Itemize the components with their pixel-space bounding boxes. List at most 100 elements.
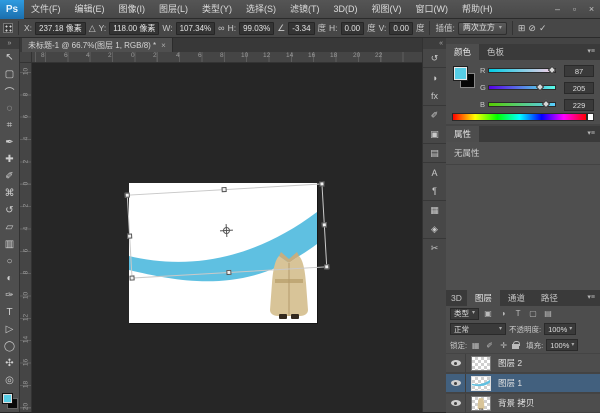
maximize-button[interactable]: ▫ [566,0,583,19]
close-button[interactable]: × [583,0,600,19]
pen-tool[interactable]: ✑ [0,287,19,304]
visibility-toggle[interactable] [446,394,466,413]
tab-layers[interactable]: 图层 [467,290,500,306]
transform-reference-point-icon[interactable] [223,227,230,234]
x-field[interactable]: 237.18 像素 [35,22,86,35]
history-panel-icon[interactable]: ↺ [423,49,446,68]
layer-row-background-copy[interactable]: 背景 拷贝 [446,394,600,413]
info-panel-icon[interactable]: ▦ [423,201,446,220]
layer-name[interactable]: 背景 拷贝 [498,397,534,409]
lock-transparency-icon[interactable]: ▦ [470,341,481,350]
height-field[interactable]: 99.03% [239,22,274,35]
commit-transform-icon[interactable]: ✓ [539,22,547,35]
rotate-field[interactable]: -3.34 [288,22,314,35]
menu-help[interactable]: 帮助(H) [455,0,500,19]
zoom-tool[interactable]: ◎ [0,372,19,389]
transform-handle-mid-left[interactable] [127,233,132,238]
cancel-transform-icon[interactable]: ⊘ [528,22,536,35]
tab-3d[interactable]: 3D [446,290,467,306]
hand-tool[interactable]: ✣ [0,355,19,372]
clone-source-panel-icon[interactable]: ▣ [423,125,446,144]
color-spectrum-ramp[interactable] [452,113,587,121]
blend-mode-dropdown[interactable]: 正常 ▾ [450,323,506,335]
transform-handle-bottom-center[interactable] [226,270,231,275]
quick-selection-tool[interactable]: ◌ [0,100,19,117]
tools-collapse-chevron-icon[interactable]: » [0,38,19,49]
red-slider[interactable] [488,68,556,73]
layer-name[interactable]: 图层 1 [498,377,522,389]
reference-point-locator[interactable] [3,23,13,33]
visibility-toggle[interactable] [446,354,466,373]
layer-comps-panel-icon[interactable]: ▤ [423,144,446,163]
green-slider[interactable] [488,85,556,90]
tab-properties[interactable]: 属性 [446,126,479,142]
gradient-tool[interactable]: ▥ [0,236,19,253]
menu-3d[interactable]: 3D(D) [327,0,365,19]
document-close-icon[interactable]: × [161,41,166,50]
white-color-cap[interactable] [587,113,594,121]
layer-thumbnail[interactable] [471,356,491,371]
vertical-ruler[interactable]: 10 8 6 4 2 0 2 4 6 8 10 12 14 16 18 20 [20,63,32,412]
menu-layer[interactable]: 图层(L) [152,0,195,19]
foreground-color-swatch[interactable] [2,393,13,404]
move-tool[interactable]: ↖ [0,49,19,66]
blue-value-field[interactable]: 229 [564,99,594,111]
clone-stamp-tool[interactable]: ⌘ [0,185,19,202]
fill-field[interactable]: 100% ▾ [546,339,578,351]
y-field[interactable]: 118.00 像素 [109,22,159,35]
document-tab[interactable]: 未标题-1 @ 66.7%(图层 1, RGB/8) * × [22,38,173,52]
paragraph-panel-icon[interactable]: ¶ [423,182,446,201]
dodge-tool[interactable]: ◐ [0,270,19,287]
panel-menu-icon[interactable]: ▾≡ [582,126,600,142]
filter-smart-object-icon[interactable]: ▤ [542,309,554,318]
lock-position-icon[interactable]: ✛ [498,341,509,350]
opacity-field[interactable]: 100% ▾ [544,323,576,335]
transform-handle-top-right[interactable] [319,181,324,186]
foreground-color-swatch-large[interactable] [453,66,468,81]
measure-panel-icon[interactable]: ✂ [423,239,446,258]
menu-file[interactable]: 文件(F) [24,0,68,19]
transform-handle-top-left[interactable] [125,193,130,198]
eyedropper-tool[interactable]: ✒ [0,134,19,151]
red-value-field[interactable]: 87 [564,65,594,77]
menu-select[interactable]: 选择(S) [239,0,283,19]
minimize-button[interactable]: – [549,0,566,19]
transform-handle-top-center[interactable] [221,187,226,192]
menu-window[interactable]: 窗口(W) [409,0,456,19]
menu-image[interactable]: 图像(I) [112,0,153,19]
layer-thumbnail[interactable] [471,396,491,411]
eraser-tool[interactable]: ▱ [0,219,19,236]
menu-filter[interactable]: 滤镜(T) [283,0,327,19]
history-brush-tool[interactable]: ↺ [0,202,19,219]
green-value-field[interactable]: 205 [564,82,594,94]
crop-tool[interactable]: ⌗ [0,117,19,134]
transform-handle-bottom-left[interactable] [129,275,134,280]
brush-presets-panel-icon[interactable]: ✐ [423,106,446,125]
path-selection-tool[interactable]: ▷ [0,321,19,338]
adjustments-panel-icon[interactable]: ◑ [423,68,446,87]
lock-image-icon[interactable]: ✐ [484,341,495,350]
navigator-panel-icon[interactable]: ◈ [423,220,446,239]
layer-filter-dropdown[interactable]: 类型 ▾ [450,308,479,320]
layer-name[interactable]: 图层 2 [498,357,522,369]
marquee-tool[interactable]: ▢ [0,66,19,83]
tab-swatches[interactable]: 色板 [479,44,512,60]
filter-shape-layers-icon[interactable]: ▢ [527,309,539,318]
blur-tool[interactable]: ○ [0,253,19,270]
menu-view[interactable]: 视图(V) [365,0,409,19]
tab-paths[interactable]: 路径 [533,290,566,306]
panel-menu-icon[interactable]: ▾≡ [582,44,600,60]
horizontal-ruler[interactable]: 8 6 4 2 0 2 4 6 8 10 12 14 16 18 20 22 [32,52,422,63]
character-panel-icon[interactable]: A [423,163,446,182]
warp-mode-icon[interactable]: ⊞ [518,22,526,35]
dock-expand-chevron-icon[interactable]: « [423,38,446,49]
link-dimensions-icon[interactable]: ∞ [218,22,224,35]
lock-all-icon[interactable] [512,341,519,349]
menu-type[interactable]: 类型(Y) [195,0,239,19]
tab-color[interactable]: 颜色 [446,44,479,60]
brush-tool[interactable]: ✐ [0,168,19,185]
layer-thumbnail[interactable] [471,376,491,391]
relative-position-icon[interactable]: △ [89,22,96,35]
filter-adjustment-layers-icon[interactable]: ◑ [497,309,509,318]
shape-tool[interactable]: ◯ [0,338,19,355]
